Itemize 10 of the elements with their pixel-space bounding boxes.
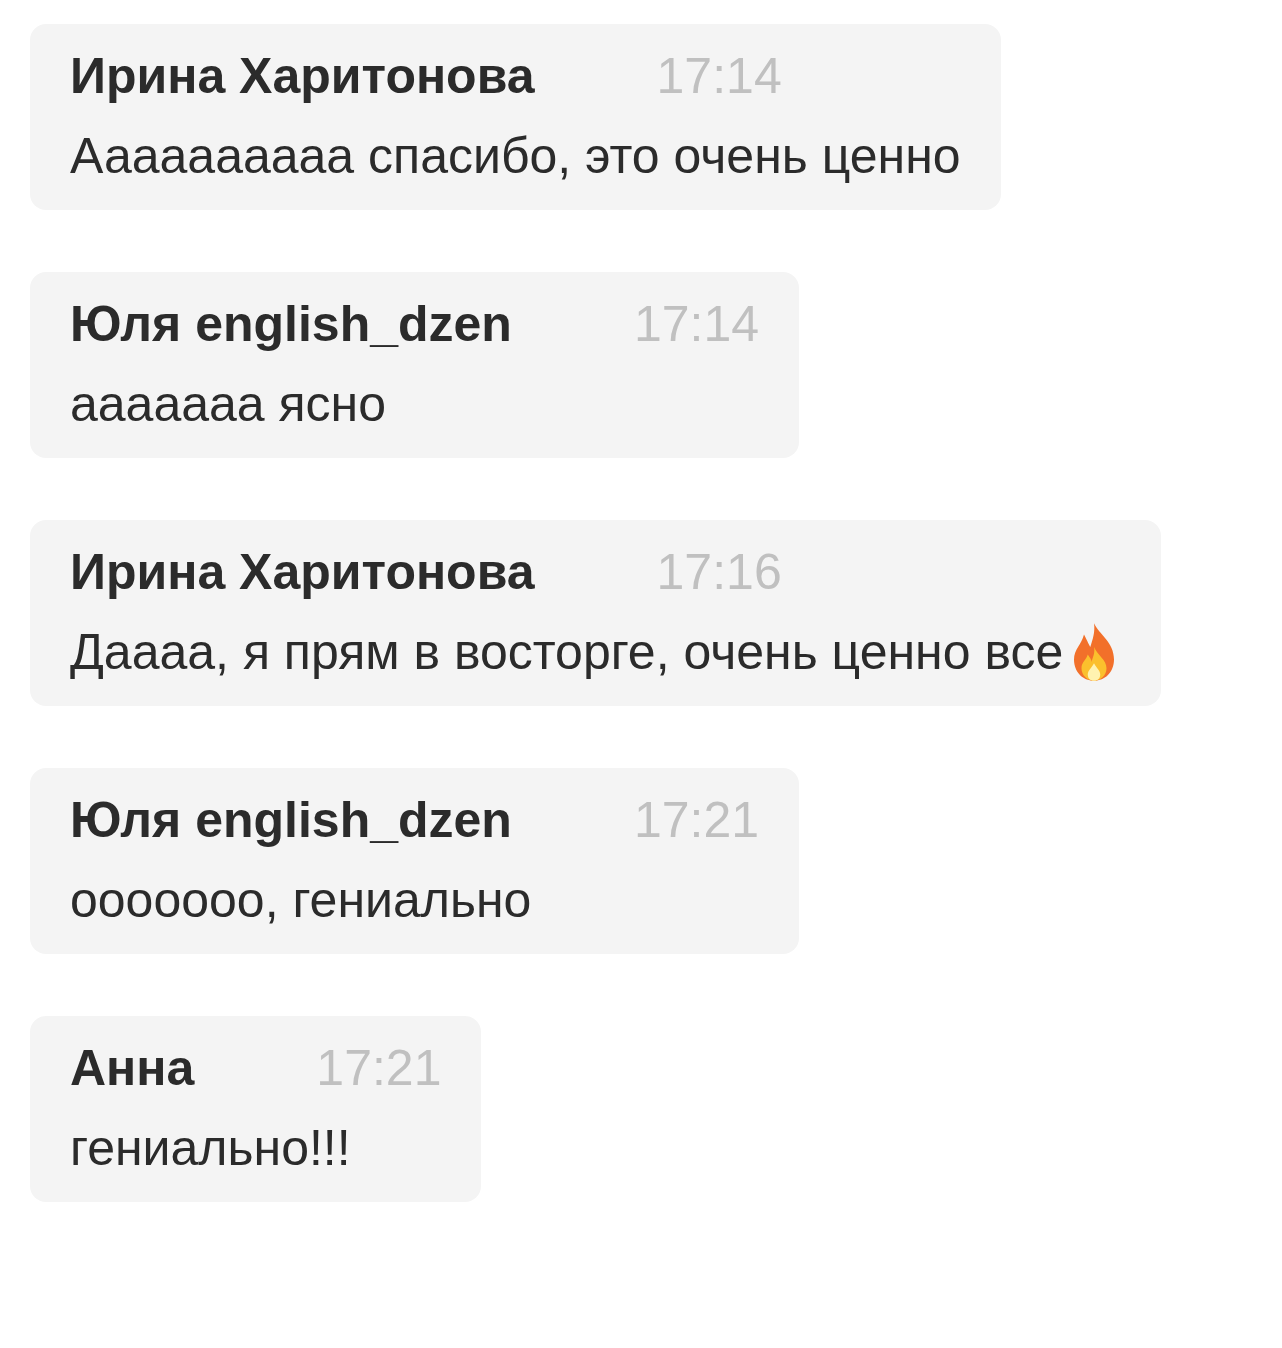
- author-name: Юля english_dzen: [70, 295, 512, 354]
- message-text: Даааа, я прям в восторге, очень ценно все: [70, 623, 1064, 682]
- author-name: Анна: [70, 1039, 195, 1098]
- author-name: Юля english_dzen: [70, 791, 512, 850]
- author-name: Ирина Харитонова: [70, 543, 535, 602]
- author-name: Ирина Харитонова: [70, 47, 535, 106]
- message-text: ааааааа ясно: [70, 375, 387, 434]
- message-text: Аааааааааа спасибо, это очень ценно: [70, 127, 961, 186]
- message-text: гениально!!!: [70, 1119, 351, 1178]
- message-text: ооооооо, гениально: [70, 871, 532, 930]
